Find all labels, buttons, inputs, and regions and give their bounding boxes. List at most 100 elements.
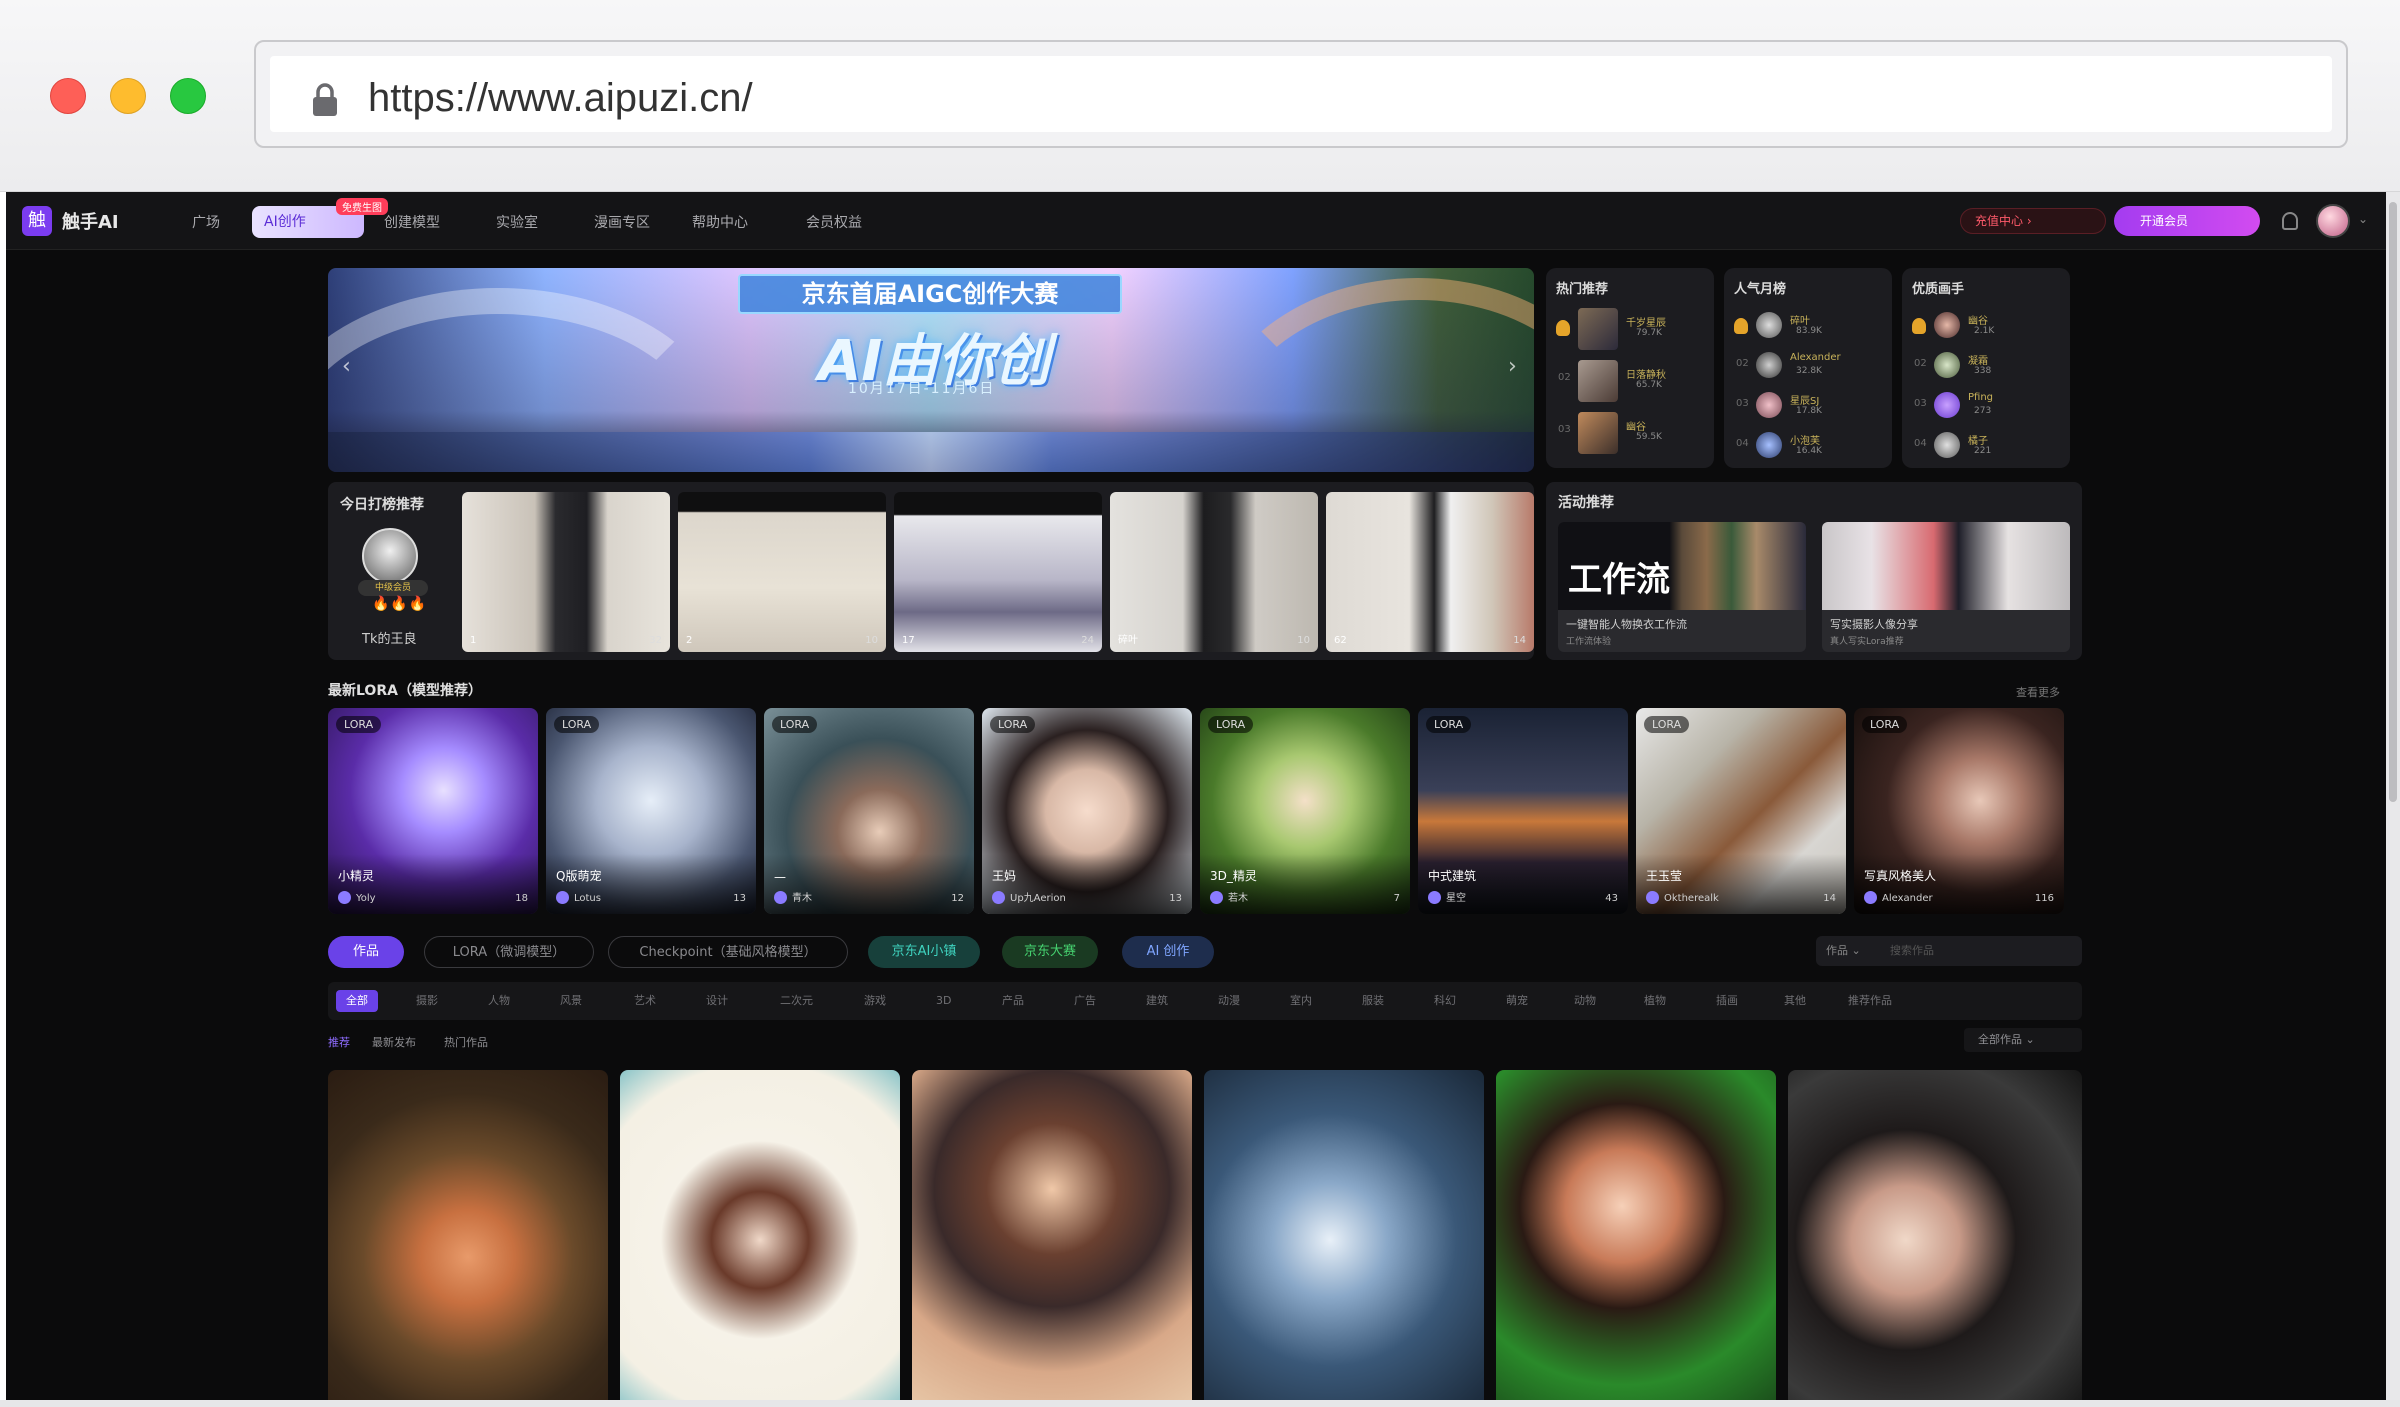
category-item[interactable]: 设计: [696, 990, 738, 1012]
sort-hot[interactable]: 热门作品: [444, 1034, 488, 1050]
list-item[interactable]: 02 日落静秋 65.7K: [1554, 358, 1706, 404]
thumb-count: 10: [865, 635, 878, 646]
user-name[interactable]: Tk的王良: [362, 628, 416, 647]
thumbnail-card[interactable]: 17 24: [894, 492, 1102, 652]
category-item[interactable]: 植物: [1634, 990, 1676, 1012]
scrollbar-thumb[interactable]: [2389, 202, 2397, 802]
chevron-down-icon[interactable]: ⌄: [2358, 212, 2368, 226]
category-item[interactable]: 动物: [1564, 990, 1606, 1012]
lora-card[interactable]: LORA 王妈 Up九Aerion 13: [982, 708, 1192, 914]
chevron-left-icon[interactable]: ‹: [342, 354, 351, 379]
author-avatar: [338, 891, 351, 904]
lora-author[interactable]: Alexander: [1882, 893, 1933, 904]
category-item[interactable]: 风景: [550, 990, 592, 1012]
lora-card[interactable]: LORA Q版萌宠 Lotus 13: [546, 708, 756, 914]
nav-comic[interactable]: 漫画专区: [594, 212, 650, 232]
list-item[interactable]: 04 小泡芙 16.4K: [1732, 424, 1884, 470]
lora-author[interactable]: Oktherealk: [1664, 893, 1719, 904]
category-item[interactable]: 二次元: [770, 990, 823, 1012]
search-type-select[interactable]: 作品 ⌄: [1816, 936, 1876, 966]
category-item[interactable]: 室内: [1280, 990, 1322, 1012]
gallery-image[interactable]: [1496, 1070, 1776, 1400]
url-text[interactable]: https://www.aipuzi.cn/: [368, 74, 753, 122]
category-item[interactable]: 服装: [1352, 990, 1394, 1012]
nav-square[interactable]: 广场: [192, 212, 220, 232]
activity-item[interactable]: 工作流 一键智能人物换衣工作流 工作流体验: [1558, 522, 1806, 652]
thumbnail-card[interactable]: 1 32: [462, 492, 670, 652]
category-item[interactable]: 人物: [478, 990, 520, 1012]
category-item[interactable]: 推荐作品: [1838, 990, 1902, 1012]
category-item[interactable]: 插画: [1706, 990, 1748, 1012]
lora-author[interactable]: Lotus: [574, 893, 601, 904]
close-window-button[interactable]: [50, 78, 86, 114]
lora-author[interactable]: Yoly: [356, 893, 376, 904]
category-item[interactable]: 其他: [1774, 990, 1816, 1012]
tab-works[interactable]: 作品: [328, 936, 404, 968]
sort-latest[interactable]: 最新发布: [372, 1034, 416, 1050]
gallery-image[interactable]: [328, 1070, 608, 1400]
lora-card[interactable]: LORA 中式建筑 星空 43: [1418, 708, 1628, 914]
category-item[interactable]: 艺术: [624, 990, 666, 1012]
thumb-caption: 1: [470, 635, 477, 646]
lora-author[interactable]: 若木: [1228, 889, 1248, 904]
tab-checkpoint[interactable]: Checkpoint（基础风格模型）: [608, 936, 848, 968]
lora-card[interactable]: LORA — 青木 12: [764, 708, 974, 914]
list-item[interactable]: 03 幽谷 59.5K: [1554, 410, 1706, 456]
hero-banner[interactable]: 京东首届AIGC创作大赛 AI由你创 10月17日-11月6日 ‹ ›: [328, 268, 1534, 472]
lora-author[interactable]: Up九Aerion: [1010, 889, 1066, 904]
thumbnail-card[interactable]: 2 10: [678, 492, 886, 652]
thumbnail-card[interactable]: 碎叶 10: [1110, 492, 1318, 652]
nav-help[interactable]: 帮助中心: [692, 212, 748, 232]
search-input[interactable]: 搜索作品: [1876, 936, 2082, 966]
activity-item[interactable]: 写实摄影人像分享 真人写实Lora推荐: [1822, 522, 2070, 652]
logo-icon[interactable]: 触: [22, 206, 52, 236]
gallery-image[interactable]: [1788, 1070, 2082, 1400]
gallery-image[interactable]: [912, 1070, 1192, 1400]
view-more-link[interactable]: 查看更多: [2016, 684, 2060, 700]
lora-card[interactable]: LORA 小精灵 Yoly 18: [328, 708, 538, 914]
category-item[interactable]: 游戏: [854, 990, 896, 1012]
filter-select[interactable]: 全部作品 ⌄: [1964, 1028, 2082, 1052]
category-item[interactable]: 产品: [992, 990, 1034, 1012]
site-logo[interactable]: 触手AI: [62, 208, 119, 234]
maximize-window-button[interactable]: [170, 78, 206, 114]
lora-author[interactable]: 星空: [1446, 889, 1466, 904]
user-avatar[interactable]: [2316, 204, 2350, 238]
category-item[interactable]: 建筑: [1136, 990, 1178, 1012]
category-item[interactable]: 动漫: [1208, 990, 1250, 1012]
category-item[interactable]: 萌宠: [1496, 990, 1538, 1012]
avatar[interactable]: [362, 528, 418, 584]
category-item[interactable]: 科幻: [1424, 990, 1466, 1012]
sort-recommend[interactable]: 推荐: [328, 1034, 350, 1050]
gallery-image[interactable]: [620, 1070, 900, 1400]
lora-card[interactable]: LORA 3D_精灵 若木 7: [1200, 708, 1410, 914]
category-bar: 全部 摄影 人物 风景 艺术 设计 二次元 游戏 3D 产品 广告 建筑 动漫 …: [328, 982, 2082, 1020]
list-item[interactable]: 04 橘子 221: [1910, 424, 2062, 470]
thumbnail-card[interactable]: 62 14: [1326, 492, 1534, 652]
chevron-right-icon[interactable]: ›: [1508, 354, 1517, 379]
nav-create-model[interactable]: 创建模型: [384, 212, 440, 232]
gallery-image[interactable]: [1204, 1070, 1484, 1400]
list-item[interactable]: 千岁星辰 79.7K: [1554, 306, 1706, 352]
recharge-button[interactable]: 充值中心 ›: [1960, 208, 2106, 234]
bell-icon[interactable]: [2282, 212, 2298, 230]
lora-author[interactable]: 青木: [792, 889, 812, 904]
author-avatar: [1864, 891, 1877, 904]
category-all[interactable]: 全部: [336, 990, 378, 1012]
open-vip-button[interactable]: 开通会员: [2114, 206, 2260, 236]
nav-vip[interactable]: 会员权益: [806, 212, 862, 232]
address-bar[interactable]: https://www.aipuzi.cn/: [254, 40, 2348, 148]
thumb-count: 10: [1297, 635, 1310, 646]
tab-ai-create[interactable]: AI 创作: [1122, 936, 1214, 968]
category-item[interactable]: 3D: [926, 990, 961, 1012]
minimize-window-button[interactable]: [110, 78, 146, 114]
tab-lora[interactable]: LORA（微调模型）: [424, 936, 594, 968]
lora-card[interactable]: LORA 写真风格美人 Alexander 116: [1854, 708, 2064, 914]
lora-card[interactable]: LORA 王玉莹 Oktherealk 14: [1636, 708, 1846, 914]
category-item[interactable]: 广告: [1064, 990, 1106, 1012]
vertical-scrollbar[interactable]: [2386, 192, 2400, 1400]
nav-lab[interactable]: 实验室: [496, 212, 538, 232]
tab-jd-ai-town[interactable]: 京东AI小镇: [868, 936, 980, 968]
tab-jd-contest[interactable]: 京东大赛: [1002, 936, 1098, 968]
category-item[interactable]: 摄影: [406, 990, 448, 1012]
